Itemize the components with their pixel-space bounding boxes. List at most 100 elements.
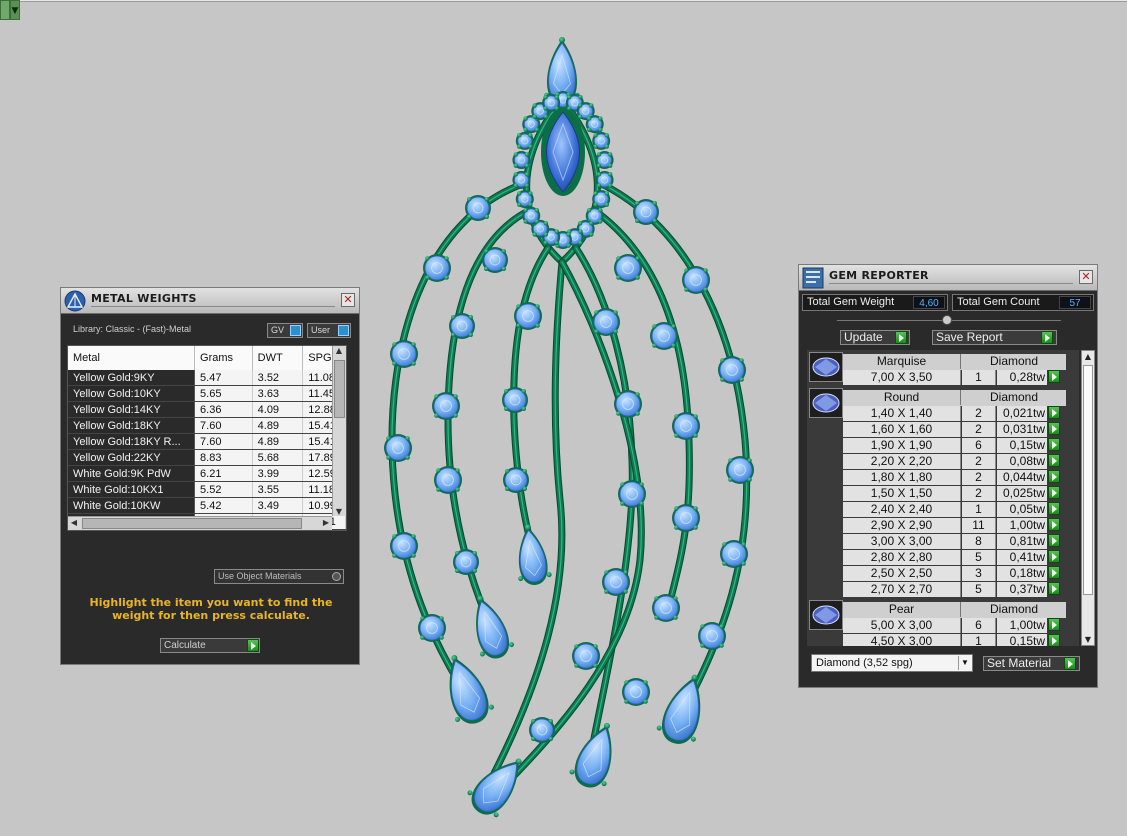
close-icon[interactable]: ✕ — [1079, 270, 1093, 284]
metal-name: Yellow Gold:18KY R... — [68, 434, 196, 449]
metal-row[interactable]: Yellow Gold:9KY 5.47 3.52 11.08 — [68, 370, 346, 386]
gem-list-vscroll[interactable]: ▲ ▼ — [1081, 350, 1095, 646]
select-gem-icon[interactable] — [1048, 534, 1060, 547]
metal-row[interactable]: White Gold:9K PdW 6.21 3.99 12.59 — [68, 466, 346, 482]
metal-table[interactable]: Metal Grams DWT SPG Yellow Gold:9KY 5.47 3… — [67, 345, 347, 531]
metal-row[interactable]: Yellow Gold:14KY 6.36 4.09 12.88 — [68, 402, 346, 418]
use-object-materials-option[interactable]: Use Object Materials — [214, 569, 344, 584]
gem-size: 1,60 X 1,60 — [843, 422, 961, 437]
gem-row[interactable]: 5,00 X 3,00 6 1,00tw — [843, 618, 1079, 634]
prong — [596, 172, 602, 177]
metal-row[interactable]: Yellow Gold:22KY 8.83 5.68 17.89 — [68, 450, 346, 466]
gem-row[interactable]: 2,40 X 2,40 1 0,05tw — [843, 502, 1079, 518]
prong — [577, 221, 583, 226]
report-slider[interactable] — [837, 315, 1061, 325]
save-report-go-icon[interactable] — [1041, 331, 1053, 344]
calculate-go-icon[interactable] — [247, 639, 259, 652]
gem-row[interactable]: 2,80 X 2,80 5 0,41tw — [843, 550, 1079, 566]
col-metal[interactable]: Metal — [68, 346, 196, 370]
select-gem-icon[interactable] — [1048, 470, 1060, 483]
gem-row[interactable]: 2,20 X 2,20 2 0,08tw — [843, 454, 1079, 470]
gem-row[interactable]: 1,50 X 1,50 2 0,025tw — [843, 486, 1079, 502]
prong — [528, 133, 533, 138]
round-gem-icon — [809, 388, 843, 418]
col-grams[interactable]: Grams — [195, 346, 253, 370]
gem-row[interactable]: 2,50 X 2,50 3 0,18tw — [843, 566, 1079, 582]
calculate-button[interactable]: Calculate — [160, 638, 260, 653]
metal-grams: 8.83 — [195, 450, 253, 465]
prong — [589, 221, 594, 226]
select-gem-icon[interactable] — [1048, 422, 1060, 435]
scroll-left-icon[interactable]: ◀ — [68, 518, 80, 527]
scroll-thumb[interactable] — [334, 360, 345, 418]
hscroll-thumb[interactable] — [82, 518, 302, 529]
gem-row[interactable]: 3,00 X 3,00 8 0,81tw — [843, 534, 1079, 550]
prong — [616, 392, 621, 397]
select-gem-icon[interactable] — [1048, 550, 1060, 563]
gem-row[interactable]: 1,60 X 1,60 2 0,031tw — [843, 422, 1079, 438]
prong — [523, 127, 528, 132]
select-gem-icon[interactable] — [1048, 618, 1060, 631]
save-report-button[interactable]: Save Report — [932, 330, 1057, 345]
gem-weight: 0,15tw — [997, 634, 1047, 646]
metal-table-hscroll[interactable]: ◀ ▶ — [68, 516, 332, 530]
metal-row[interactable]: Yellow Gold:18KY 7.60 4.89 15.41 — [68, 418, 346, 434]
scroll-down-icon[interactable]: ▼ — [1082, 635, 1094, 644]
select-gem-icon[interactable] — [1048, 634, 1060, 646]
prong — [652, 324, 657, 329]
gem-row[interactable]: 2,90 X 2,90 11 1,00tw — [843, 518, 1079, 534]
metal-weights-titlebar[interactable]: METAL WEIGHTS ✕ — [61, 288, 359, 314]
metal-row[interactable]: White Gold:14K PdW7.094.5614.37 — [68, 530, 346, 531]
user-toggle[interactable]: User — [307, 323, 351, 338]
title-divider — [91, 306, 335, 307]
material-select-value: Diamond (3,52 spg) — [816, 657, 913, 669]
metal-row[interactable]: Yellow Gold:18KY R... 7.60 4.89 15.41 — [68, 434, 346, 450]
gem-list[interactable]: Marquise Diamond 7,00 X 3,50 1 0,28tw Round Di… — [807, 350, 1079, 646]
select-gem-icon[interactable] — [1048, 406, 1060, 419]
gem-row[interactable]: 7,00 X 3,50 1 0,28tw — [843, 370, 1079, 386]
select-gem-icon[interactable] — [1048, 566, 1060, 579]
scroll-down-icon[interactable]: ▼ — [333, 507, 345, 516]
prong — [436, 468, 441, 473]
update-go-icon[interactable] — [895, 331, 907, 344]
material-select[interactable]: Diamond (3,52 spg) ▼ — [811, 654, 973, 672]
gem-count: 8 — [962, 534, 996, 549]
select-gem-icon[interactable] — [1048, 438, 1060, 451]
close-icon[interactable]: ✕ — [341, 293, 355, 307]
select-gem-icon[interactable] — [1048, 502, 1060, 515]
gem-row[interactable]: 1,80 X 1,80 2 0,044tw — [843, 470, 1079, 486]
scroll-up-icon[interactable]: ▲ — [333, 346, 345, 355]
gem-row[interactable]: 2,70 X 2,70 5 0,37tw — [843, 582, 1079, 598]
gem-row[interactable]: 4,50 X 3,00 1 0,15tw — [843, 634, 1079, 646]
prong — [554, 229, 559, 234]
select-gem-icon[interactable] — [1048, 454, 1060, 467]
gem-weight: 1,00tw — [997, 518, 1047, 533]
set-material-go-icon[interactable] — [1064, 657, 1076, 670]
prong — [543, 232, 549, 237]
scroll-right-icon[interactable]: ▶ — [320, 518, 332, 527]
prong — [484, 214, 489, 219]
select-gem-icon[interactable] — [1048, 518, 1060, 531]
prong — [455, 487, 460, 492]
gem-row[interactable]: 1,90 X 1,90 6 0,15tw — [843, 438, 1079, 454]
metal-row[interactable]: White Gold:10KX1 5.52 3.55 11.18 — [68, 482, 346, 498]
gem-reporter-titlebar[interactable]: GEM REPORTER ✕ — [799, 265, 1097, 291]
select-gem-icon[interactable] — [1048, 370, 1060, 383]
chevron-down-icon[interactable]: ▼ — [958, 656, 971, 670]
select-gem-icon[interactable] — [1048, 582, 1060, 595]
prong — [505, 486, 510, 491]
prong — [596, 152, 602, 157]
total-gem-count-label: Total Gem Count — [957, 296, 1040, 308]
gv-toggle[interactable]: GV — [267, 323, 303, 338]
scroll-up-icon[interactable]: ▲ — [1082, 352, 1094, 361]
radio-icon[interactable] — [332, 572, 341, 581]
metal-row[interactable]: White Gold:10KW 5.42 3.49 10.99 — [68, 498, 346, 514]
select-gem-icon[interactable] — [1048, 486, 1060, 499]
metal-table-vscroll[interactable]: ▲ ▼ — [332, 346, 346, 516]
metal-dwt: 4.89 — [252, 418, 304, 433]
slider-knob[interactable] — [942, 315, 952, 325]
scroll-thumb[interactable] — [1083, 365, 1093, 595]
metal-row[interactable]: Yellow Gold:10KY 5.65 3.63 11.45 — [68, 386, 346, 402]
gem-row[interactable]: 1,40 X 1,40 2 0,021tw — [843, 406, 1079, 422]
col-dwt[interactable]: DWT — [253, 346, 304, 370]
